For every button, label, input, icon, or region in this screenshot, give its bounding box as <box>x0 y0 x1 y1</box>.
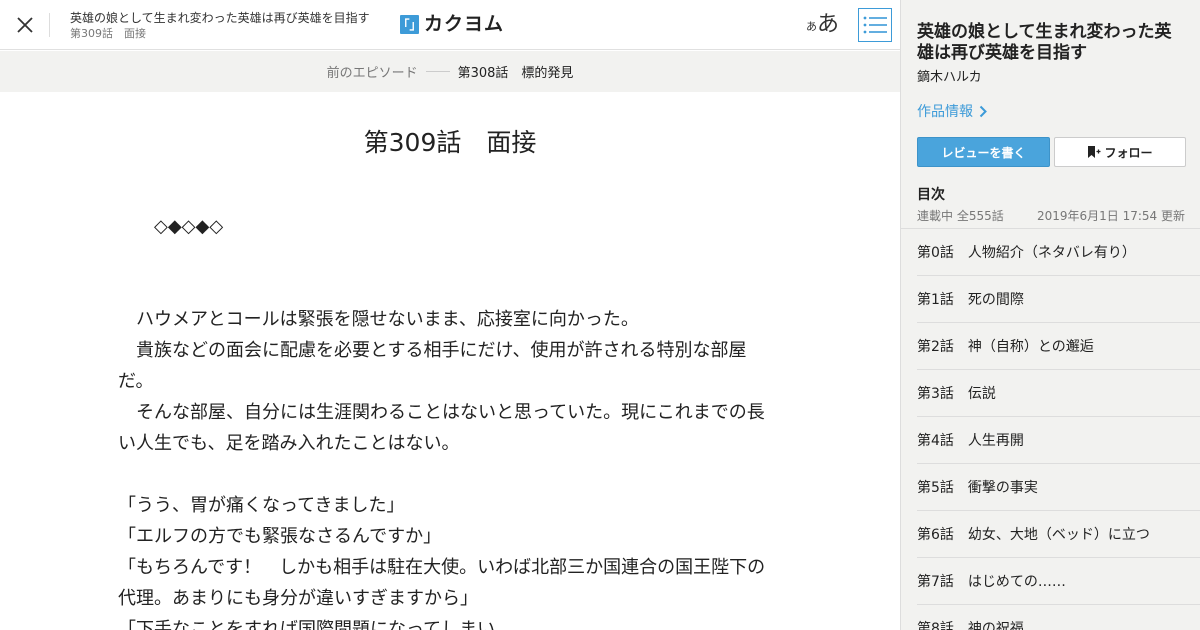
write-review-label: レビューを書く <box>941 145 1026 160</box>
header-episode-label: 第309話 面接 <box>70 27 146 40</box>
header-titles: 英雄の娘として生まれ変わった英雄は再び英雄を目指す 第309話 面接 <box>70 10 370 42</box>
toc-heading: 目次 <box>917 187 945 203</box>
toc-item[interactable]: 第8話 神の祝福 <box>917 605 1200 630</box>
body-paragraph: ◇◆◇◆◇ <box>118 216 224 237</box>
previous-episode-label: 前のエピソード <box>326 66 418 81</box>
last-updated: 2019年6月1日 17:54 更新 <box>1036 209 1185 223</box>
body-paragraph: 「うう、胃が痛くなってきました」 <box>118 495 405 516</box>
reader-header: 英雄の娘として生まれ変わった英雄は再び英雄を目指す 第309話 面接 「」 カク… <box>0 0 900 50</box>
previous-episode-title: 第308話 標的発見 <box>457 66 574 81</box>
episode-title: 第309話 面接 <box>363 128 537 157</box>
toc-item[interactable]: 第5話 衝撃の事実 <box>917 464 1200 511</box>
bookmark-plus-icon <box>1088 145 1101 158</box>
work-info-label: 作品情報 <box>917 104 973 120</box>
kakuyomu-logo[interactable]: 「」 カクヨム <box>398 13 505 35</box>
logo-mark-icon: 「」 <box>398 14 422 34</box>
follow-label: フォロー <box>1104 145 1153 160</box>
body-paragraph <box>118 459 778 490</box>
header-work-title[interactable]: 英雄の娘として生まれ変わった英雄は再び英雄を目指す <box>70 10 370 26</box>
header-divider <box>49 13 50 37</box>
toc-item[interactable]: 第3話 伝説 <box>917 370 1200 417</box>
logo-text: カクヨム <box>424 13 505 35</box>
font-size-small-glyph: あ <box>806 20 817 33</box>
sidebar-work-title[interactable]: 英雄の娘として生まれ変わった英雄は再び英雄を目指す <box>917 22 1187 64</box>
body-paragraph: 「エルフの方でも緊張なさるんですか」 <box>118 526 442 547</box>
toc-item[interactable]: 第1話 死の間際 <box>917 276 1200 323</box>
sidebar-author[interactable]: 鏑木ハルカ <box>917 66 982 85</box>
body-paragraph: 貴族などの面会に配慮を必要とする相手にだけ、使用が許される特別な部屋だ。 <box>118 340 747 392</box>
body-paragraph: そんな部屋、自分には生涯関わることはないと思っていた。現にこれまでの長い人生でも… <box>118 402 765 454</box>
previous-episode-link[interactable]: 前のエピソード 第308話 標的発見 <box>0 51 900 92</box>
work-info-link[interactable]: 作品情報 <box>917 101 987 121</box>
body-paragraph: 「下手なことをすれば国際問題になってしまい…… <box>118 619 532 630</box>
episode-content: 第309話 面接 ◇◆◇◆◇ ハウメアとコールは緊張を隠せないまま、応接室に向か… <box>0 92 900 630</box>
episode-body: ◇◆◇◆◇ ハウメアとコールは緊張を隠せないまま、応接室に向かった。 貴族などの… <box>118 211 778 630</box>
toc-item[interactable]: 第0話 人物紹介（ネタバレ有り） <box>917 229 1200 276</box>
body-paragraph <box>118 242 778 273</box>
write-review-button[interactable]: レビューを書く <box>917 137 1050 167</box>
toc-item[interactable]: 第7話 はじめての…… <box>917 558 1200 605</box>
serialization-status: 連載中 全555話 <box>917 209 1004 223</box>
chevron-right-icon <box>979 105 987 117</box>
toc-sidebar: 英雄の娘として生まれ変わった英雄は再び英雄を目指す 鏑木ハルカ 作品情報 レビュ… <box>900 0 1200 630</box>
body-paragraph: ハウメアとコールは緊張を隠せないまま、応接室に向かった。 <box>118 309 639 330</box>
body-paragraph: 「もちろんです！ しかも相手は駐在大使。いわば北部三か国連合の国王陛下の代理。あ… <box>118 557 766 609</box>
toc-list-icon <box>863 16 887 34</box>
close-button[interactable] <box>0 0 50 50</box>
previous-episode-separator <box>425 71 450 72</box>
toc-list: 第0話 人物紹介（ネタバレ有り） 第1話 死の間際 第2話 神（自称）との邂逅 … <box>917 229 1200 630</box>
body-paragraph <box>118 273 778 304</box>
font-size-button[interactable]: あ あ <box>806 6 839 42</box>
toc-item[interactable]: 第4話 人生再開 <box>917 417 1200 464</box>
follow-button[interactable]: フォロー <box>1054 137 1186 167</box>
toc-toggle-button[interactable] <box>858 8 892 42</box>
font-size-large-glyph: あ <box>817 12 840 37</box>
toc-item[interactable]: 第6話 幼女、大地（ベッド）に立つ <box>917 511 1200 558</box>
toc-item[interactable]: 第2話 神（自称）との邂逅 <box>917 323 1200 370</box>
close-icon <box>17 17 33 33</box>
